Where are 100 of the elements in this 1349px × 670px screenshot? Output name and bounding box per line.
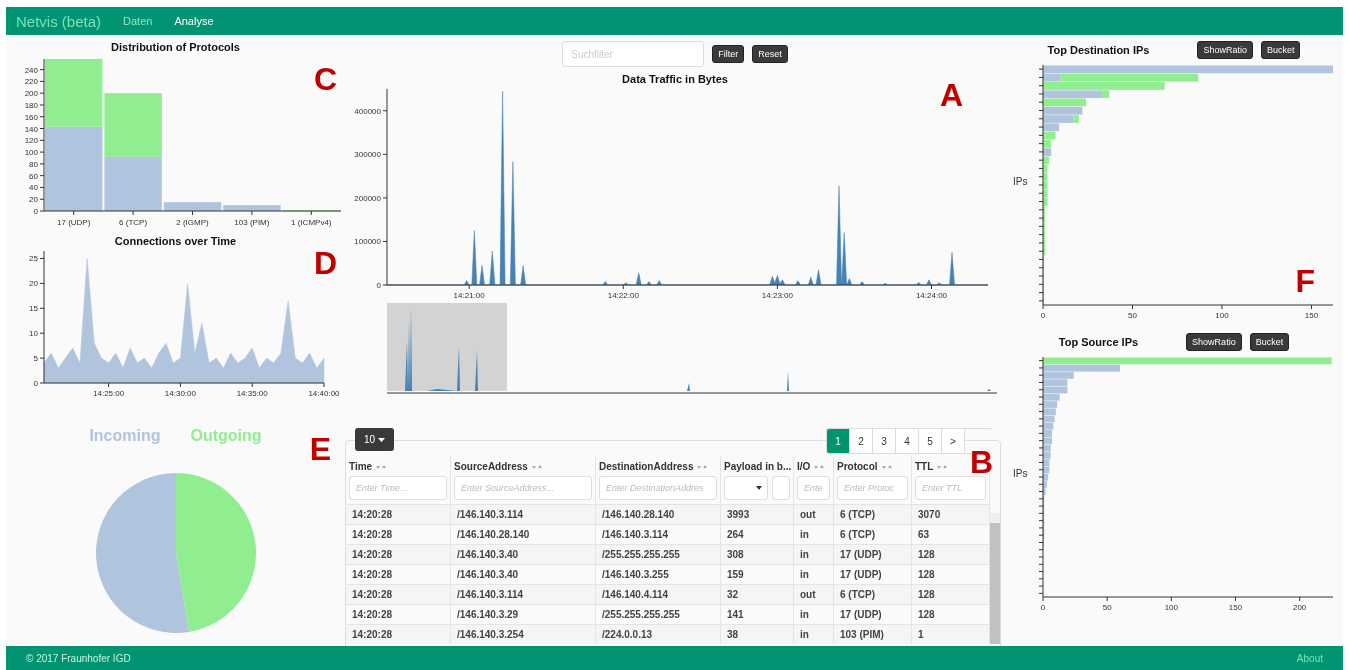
axis-tick-label: 25: [29, 254, 38, 264]
axis-tick-label: 0: [376, 281, 381, 290]
table-cell: 14:20:28: [346, 564, 451, 584]
axis-tick-label: 100000: [353, 237, 381, 247]
axis-tick-label: 180: [24, 100, 38, 110]
chart-title: Top Destination IPs: [1047, 44, 1150, 56]
table-cell: 141: [721, 604, 794, 624]
axis-tick-label: 300000: [353, 150, 381, 160]
table-cell: 6 (TCP): [834, 584, 912, 604]
category-label: 17 (UDP): [57, 218, 91, 227]
table-cell: in: [794, 524, 834, 544]
table-cell: /255.255.255.255: [596, 604, 721, 624]
table-cell: 128: [912, 604, 990, 624]
annotation-letter: D: [313, 247, 337, 279]
chart-title: Distribution of Protocols: [111, 41, 240, 53]
table-cell: /146.140.3.40: [451, 544, 596, 564]
axis-tick-label: 14:30:00: [164, 389, 196, 398]
table-cell: in: [794, 604, 834, 624]
axis-tick-label: 5: [33, 354, 38, 364]
axis-tick-label: 100: [1164, 603, 1178, 612]
axis-tick-label: 160: [24, 112, 38, 122]
annotation-letter: C: [313, 63, 337, 95]
chart-title: Top Source IPs: [1058, 336, 1139, 348]
legend-label: Outgoing: [190, 427, 262, 445]
table-cell: 14:20:28: [346, 504, 451, 524]
axis-tick-label: 150: [1228, 603, 1242, 612]
annotation-letter: A: [939, 79, 963, 111]
table-cell: 128: [912, 544, 990, 564]
axis-tick-label: 200000: [353, 193, 381, 203]
axis-tick-label: 60: [29, 171, 38, 181]
category-label: 6 (TCP): [119, 218, 148, 227]
table-cell: 128: [912, 564, 990, 584]
axis-tick-label: 14:25:00: [93, 389, 125, 398]
table-cell: in: [794, 544, 834, 564]
table-cell: /146.140.3.114: [451, 584, 596, 604]
axis-tick-label: 14:35:00: [236, 389, 268, 398]
table-cell: 63: [912, 524, 990, 544]
table-cell: 308: [721, 544, 794, 564]
table-cell: 3070: [912, 504, 990, 524]
table-cell: 264: [721, 524, 794, 544]
axis-tick-label: 20: [29, 279, 38, 289]
axis-tick-label: 0: [1040, 311, 1045, 320]
axis-title: IPs: [1012, 176, 1027, 187]
chart-title: Connections over Time: [114, 235, 237, 247]
category-label: 2 (IGMP): [176, 218, 209, 227]
table-cell: 6 (TCP): [834, 504, 912, 524]
table-cell: 38: [721, 624, 794, 644]
axis-tick-label: 14:21:00: [453, 291, 485, 300]
category-label: 1 (ICMPv4): [291, 218, 332, 227]
axis-tick-label: 20: [29, 195, 38, 205]
table-cell: out: [794, 584, 834, 604]
table-cell: 14:20:28: [346, 544, 451, 564]
table-cell: /255.255.255.255: [596, 544, 721, 564]
table-cell: 14:20:28: [346, 604, 451, 624]
table-cell: 17 (UDP): [834, 564, 912, 584]
annotation-letter: E: [309, 433, 331, 465]
axis-tick-label: 150: [1304, 311, 1318, 320]
table-cell: 1: [912, 624, 990, 644]
table-cell: /146.140.4.114: [596, 584, 721, 604]
axis-tick-label: 50: [1127, 311, 1137, 320]
table-cell: /224.0.0.13: [596, 624, 721, 644]
axis-tick-label: 140: [24, 124, 38, 134]
axis-tick-label: 14:40:00: [308, 389, 340, 398]
axis-tick-label: 14:24:00: [915, 291, 947, 300]
axis-tick-label: 40: [29, 183, 38, 193]
table-cell: 32: [721, 584, 794, 604]
table-cell: 3993: [721, 504, 794, 524]
axis-tick-label: 14:22:00: [607, 291, 639, 300]
table-cell: /146.140.3.114: [596, 524, 721, 544]
axis-tick-label: 220: [24, 77, 38, 87]
table-cell: out: [794, 504, 834, 524]
table-cell: /146.140.28.140: [596, 504, 721, 524]
table-cell: /146.140.3.254: [451, 624, 596, 644]
table-cell: 14:20:28: [346, 584, 451, 604]
axis-tick-label: 120: [24, 136, 38, 146]
legend-label: Incoming: [89, 427, 161, 445]
table-cell: 128: [912, 584, 990, 604]
table-cell: 17 (UDP): [834, 604, 912, 624]
copyright-text: © 2017 Fraunhofer IGD: [26, 652, 131, 664]
axis-tick-label: 80: [29, 159, 38, 169]
table-cell: 6 (TCP): [834, 524, 912, 544]
table-cell: 14:20:28: [346, 624, 451, 644]
table-cell: /146.140.3.255: [596, 564, 721, 584]
table-cell: in: [794, 624, 834, 644]
axis-tick-label: 0: [33, 379, 38, 388]
axis-tick-label: 200: [1292, 603, 1306, 612]
axis-tick-label: 14:23:00: [761, 291, 793, 300]
annotation-letter: F: [1295, 265, 1315, 297]
axis-title: IPs: [1012, 468, 1027, 479]
axis-tick-label: 240: [24, 65, 38, 75]
category-label: 103 (PIM): [234, 218, 270, 227]
chart-title: Data Traffic in Bytes: [622, 73, 728, 85]
axis-tick-label: 0: [1040, 603, 1045, 612]
table-cell: /146.140.28.140: [451, 524, 596, 544]
table-cell: 103 (PIM): [834, 624, 912, 644]
axis-tick-label: 400000: [353, 106, 381, 116]
table-cell: 14:20:28: [346, 524, 451, 544]
axis-tick-label: 10: [29, 329, 38, 339]
axis-tick-label: 100: [1214, 311, 1229, 320]
axis-tick-label: 50: [1102, 603, 1112, 612]
